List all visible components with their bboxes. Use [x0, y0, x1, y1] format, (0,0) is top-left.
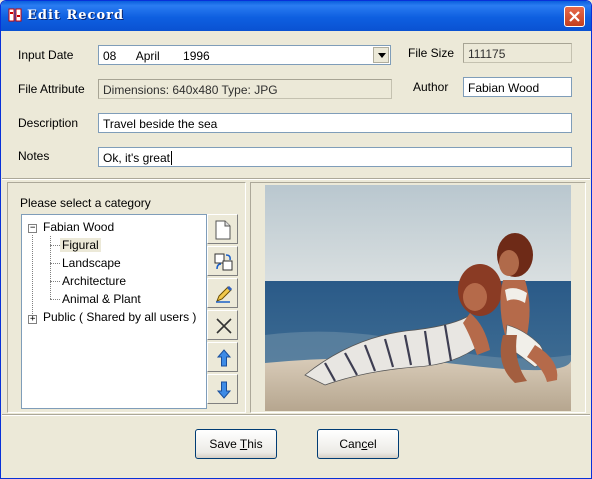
new-icon — [215, 220, 231, 240]
notes-value: Ok, it's great — [103, 151, 170, 165]
cancel-label-suffix: el — [367, 437, 377, 451]
expand-icon[interactable]: + — [28, 315, 37, 324]
file-size-field: 111175 — [463, 43, 572, 63]
delete-icon — [216, 318, 232, 334]
tree-item-fabian-wood[interactable]: Fabian Wood — [43, 220, 114, 234]
tree-line — [50, 299, 60, 300]
app-icon — [8, 8, 22, 22]
edit-icon — [216, 285, 233, 303]
photo-preview — [265, 185, 571, 411]
collapse-icon[interactable]: − — [28, 224, 37, 233]
file-attribute-field: Dimensions: 640x480 Type: JPG — [98, 79, 392, 99]
close-button[interactable] — [564, 6, 585, 27]
new-category-button[interactable] — [207, 214, 238, 244]
edit-record-window: Edit Record Input Date 08 April 1996 Fil… — [0, 0, 592, 479]
copy-category-button[interactable] — [207, 246, 238, 276]
tree-line — [32, 235, 33, 320]
notes-label: Notes — [18, 149, 50, 163]
tree-item-landscape[interactable]: Landscape — [62, 256, 121, 270]
bottom-separator — [2, 414, 590, 416]
tree-line — [50, 245, 60, 246]
arrow-up-icon — [216, 349, 232, 367]
notes-input[interactable]: Ok, it's great — [98, 147, 572, 167]
date-dropdown-button[interactable] — [373, 47, 389, 63]
input-date-label: Input Date — [18, 48, 74, 62]
text-cursor — [170, 151, 172, 165]
save-button[interactable]: Save This — [195, 429, 277, 459]
edit-category-button[interactable] — [207, 278, 238, 308]
copy-icon — [214, 253, 233, 271]
tree-item-animal-plant[interactable]: Animal & Plant — [62, 292, 141, 306]
save-label-suffix: his — [247, 437, 263, 451]
move-up-button[interactable] — [207, 342, 238, 372]
category-toolbar — [207, 214, 239, 409]
chevron-down-icon — [378, 53, 386, 58]
description-input[interactable]: Travel beside the sea — [98, 113, 572, 133]
arrow-down-icon — [216, 381, 232, 399]
author-input[interactable]: Fabian Wood — [463, 77, 572, 97]
file-attribute-label: File Attribute — [18, 82, 85, 96]
save-label-prefix: Save — [209, 437, 240, 451]
tree-line — [50, 263, 60, 264]
category-prompt: Please select a category — [20, 196, 151, 210]
separator — [2, 178, 590, 180]
tree-item-figural[interactable]: Figural — [60, 238, 101, 252]
description-label: Description — [18, 116, 79, 130]
move-down-button[interactable] — [207, 374, 238, 404]
title-bar[interactable]: Edit Record — [1, 1, 591, 31]
category-tree[interactable]: − Fabian Wood Figural Landscape Architec… — [21, 214, 207, 409]
file-size-label: File Size — [408, 46, 455, 60]
tree-item-public[interactable]: Public ( Shared by all users ) — [43, 310, 196, 324]
tree-item-architecture[interactable]: Architecture — [62, 274, 126, 288]
close-icon — [569, 11, 580, 22]
input-date-select[interactable]: 08 April 1996 — [98, 45, 391, 65]
cancel-button[interactable]: Cancel — [317, 429, 399, 459]
cancel-label-prefix: Can — [339, 437, 362, 451]
delete-category-button[interactable] — [207, 310, 238, 340]
beach-photo-image — [265, 185, 571, 411]
window-title: Edit Record — [27, 8, 125, 23]
input-date-value: 08 April 1996 — [103, 49, 210, 63]
author-label: Author — [413, 80, 449, 94]
tree-line — [50, 281, 60, 282]
